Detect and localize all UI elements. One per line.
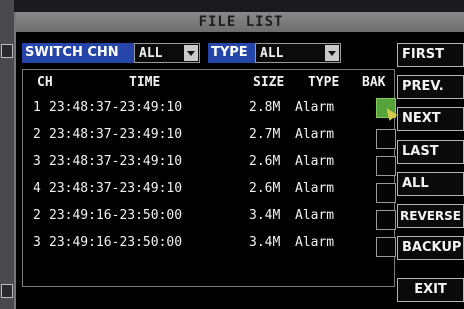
- table-row[interactable]: 3 23:49:16-23:50:00 3.4M Alarm: [23, 232, 396, 257]
- row-size: 2.8M: [249, 100, 281, 115]
- bak-checkbox[interactable]: [376, 183, 396, 203]
- type-value: ALL: [260, 46, 284, 61]
- row-type: Alarm: [295, 154, 335, 169]
- table-row[interactable]: 2 23:49:16-23:50:00 3.4M Alarm: [23, 205, 396, 230]
- table-row[interactable]: 2 23:48:37-23:49:10 2.7M Alarm: [23, 124, 396, 149]
- edge-glyph: [1, 284, 13, 298]
- bak-checkbox[interactable]: [376, 210, 396, 230]
- row-size: 3.4M: [249, 208, 281, 223]
- table-row[interactable]: 3 23:48:37-23:49:10 2.6M Alarm: [23, 151, 396, 176]
- next-button[interactable]: NEXT: [397, 107, 464, 131]
- row-type: Alarm: [295, 235, 335, 250]
- column-header-time: TIME: [129, 75, 161, 90]
- first-button[interactable]: FIRST: [397, 43, 464, 67]
- row-type: Alarm: [295, 181, 335, 196]
- row-size: 2.7M: [249, 127, 281, 142]
- type-label: TYPE: [208, 43, 255, 63]
- row-time: 23:48:37-23:49:10: [49, 154, 183, 169]
- column-header-bak: BAK: [362, 75, 386, 90]
- row-ch: 4: [33, 181, 41, 196]
- file-list-dialog: FILE LIST SWITCH CHN ALL TYPE ALL CH TIM…: [14, 12, 464, 309]
- last-button[interactable]: LAST: [397, 140, 464, 164]
- row-size: 2.6M: [249, 181, 281, 196]
- row-ch: 1: [33, 100, 41, 115]
- row-ch: 2: [33, 127, 41, 142]
- row-ch: 2: [33, 208, 41, 223]
- bak-checkbox[interactable]: [376, 129, 396, 149]
- table-row[interactable]: 4 23:48:37-23:49:10 2.6M Alarm: [23, 178, 396, 203]
- all-button[interactable]: ALL: [397, 172, 464, 196]
- bak-checkbox[interactable]: [376, 237, 396, 257]
- prev-button[interactable]: PREV.: [397, 75, 464, 99]
- switch-chn-select[interactable]: ALL: [134, 43, 200, 63]
- row-ch: 3: [33, 154, 41, 169]
- reverse-button[interactable]: REVERSE: [397, 204, 464, 228]
- adjacent-window-edge: [0, 0, 14, 309]
- dialog-title: FILE LIST: [16, 12, 464, 32]
- file-table: CH TIME SIZE TYPE BAK 1 23:48:37-23:49:1…: [22, 69, 396, 287]
- row-time: 23:49:16-23:50:00: [49, 235, 183, 250]
- row-time: 23:48:37-23:49:10: [49, 181, 183, 196]
- row-size: 2.6M: [249, 154, 281, 169]
- chevron-down-icon[interactable]: [184, 45, 198, 61]
- row-time: 23:49:16-23:50:00: [49, 208, 183, 223]
- edge-glyph: [1, 44, 13, 58]
- column-header-ch: CH: [37, 75, 53, 90]
- row-ch: 3: [33, 235, 41, 250]
- row-type: Alarm: [295, 208, 335, 223]
- switch-chn-label: SWITCH CHN: [22, 43, 136, 63]
- row-type: Alarm: [295, 100, 335, 115]
- row-type: Alarm: [295, 127, 335, 142]
- column-header-type: TYPE: [308, 75, 340, 90]
- type-select[interactable]: ALL: [255, 43, 341, 63]
- row-time: 23:48:37-23:49:10: [49, 100, 183, 115]
- row-size: 3.4M: [249, 235, 281, 250]
- row-time: 23:48:37-23:49:10: [49, 127, 183, 142]
- column-header-size: SIZE: [253, 75, 285, 90]
- switch-chn-value: ALL: [139, 46, 163, 61]
- bak-checkbox[interactable]: [376, 156, 396, 176]
- backup-button[interactable]: BACKUP: [397, 236, 464, 260]
- chevron-down-icon[interactable]: [325, 45, 339, 61]
- table-row[interactable]: 1 23:48:37-23:49:10 2.8M Alarm: [23, 97, 396, 119]
- exit-button[interactable]: EXIT: [397, 278, 464, 302]
